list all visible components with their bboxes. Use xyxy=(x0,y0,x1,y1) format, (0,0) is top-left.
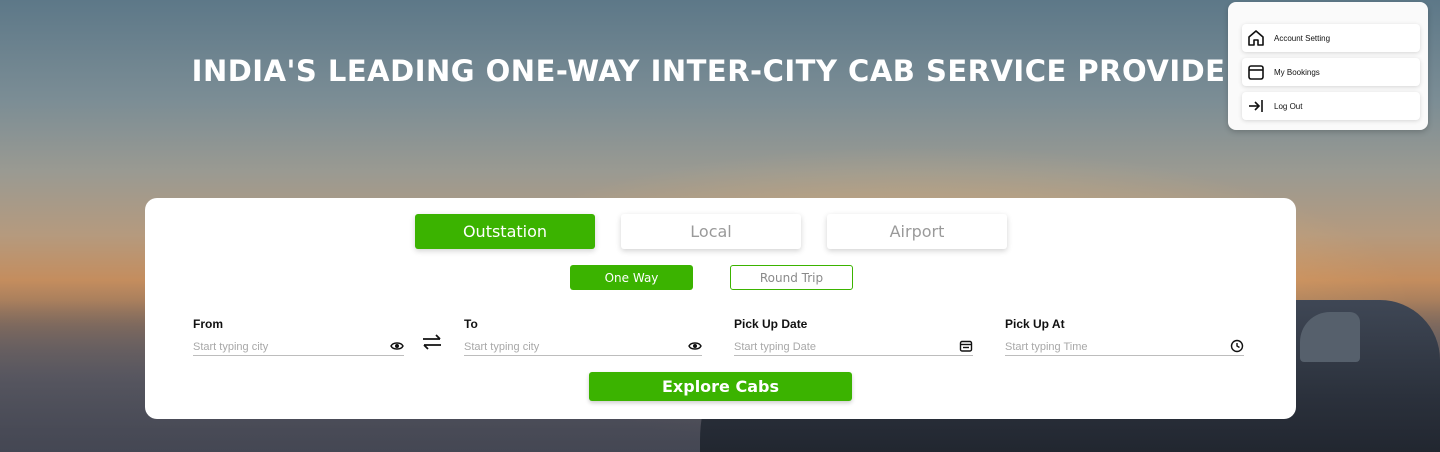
menu-item-my-bookings[interactable]: My Bookings xyxy=(1242,58,1420,86)
pickup-time-label: Pick Up At xyxy=(1005,317,1065,331)
calendar-icon[interactable] xyxy=(959,339,973,353)
pickup-time-input[interactable]: Start typing Time xyxy=(1005,339,1244,356)
page-headline: INDIA'S LEADING ONE-WAY INTER-CITY CAB S… xyxy=(191,54,1249,88)
pickup-time-placeholder: Start typing Time xyxy=(1005,341,1088,353)
to-field: To Start typing city xyxy=(464,317,702,356)
logout-icon xyxy=(1246,96,1266,116)
round-trip-toggle[interactable]: Round Trip xyxy=(730,265,853,290)
explore-cabs-button[interactable]: Explore Cabs xyxy=(589,372,852,401)
pickup-time-field: Pick Up At Start typing Time xyxy=(1005,317,1244,356)
to-label: To xyxy=(464,317,478,331)
account-dropdown-menu: Account Setting My Bookings Log Out xyxy=(1228,2,1428,130)
booking-panel: Outstation Local Airport One Way Round T… xyxy=(145,198,1296,419)
pickup-date-input[interactable]: Start typing Date xyxy=(734,339,973,356)
from-field: From Start typing city xyxy=(193,317,404,356)
from-input[interactable]: Start typing city xyxy=(193,339,404,356)
menu-item-label: My Bookings xyxy=(1274,67,1320,77)
to-placeholder: Start typing city xyxy=(464,341,540,353)
background-car-window xyxy=(1300,312,1360,362)
tab-outstation[interactable]: Outstation xyxy=(415,214,595,249)
location-icon[interactable] xyxy=(688,339,702,353)
one-way-toggle[interactable]: One Way xyxy=(570,265,693,290)
tab-airport[interactable]: Airport xyxy=(827,214,1007,249)
from-label: From xyxy=(193,317,223,331)
pickup-date-placeholder: Start typing Date xyxy=(734,341,816,353)
menu-item-log-out[interactable]: Log Out xyxy=(1242,92,1420,120)
calendar-icon xyxy=(1246,62,1266,82)
menu-item-account-setting[interactable]: Account Setting xyxy=(1242,24,1420,52)
tab-local[interactable]: Local xyxy=(621,214,801,249)
clock-icon[interactable] xyxy=(1230,339,1244,353)
pickup-date-label: Pick Up Date xyxy=(734,317,808,331)
location-icon[interactable] xyxy=(390,339,404,353)
menu-item-label: Account Setting xyxy=(1274,33,1331,43)
pickup-date-field: Pick Up Date Start typing Date xyxy=(734,317,973,356)
menu-item-label: Log Out xyxy=(1274,101,1303,111)
from-placeholder: Start typing city xyxy=(193,341,269,353)
swap-icon[interactable] xyxy=(421,334,443,350)
to-input[interactable]: Start typing city xyxy=(464,339,702,356)
home-icon xyxy=(1246,28,1266,48)
